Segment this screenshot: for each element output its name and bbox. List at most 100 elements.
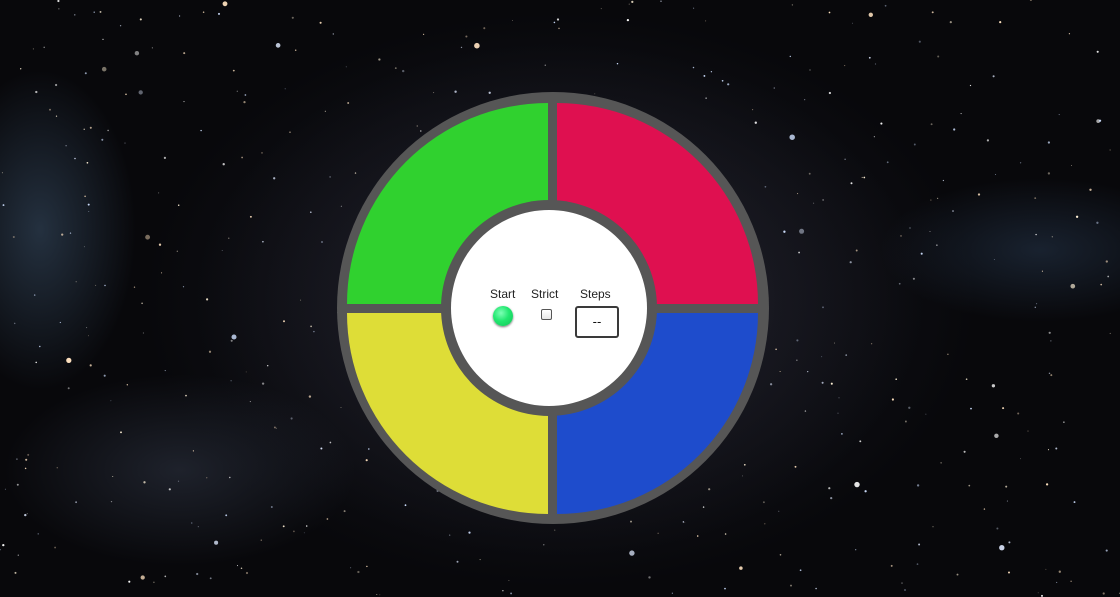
- star: [920, 252, 923, 255]
- star: [754, 121, 757, 124]
- star: [300, 299, 302, 301]
- star: [1068, 33, 1071, 35]
- start-button[interactable]: [493, 306, 513, 326]
- star: [347, 102, 350, 104]
- star: [25, 458, 28, 461]
- star: [895, 378, 898, 381]
- star: [502, 590, 504, 592]
- star: [16, 483, 19, 486]
- star: [350, 567, 352, 569]
- star: [43, 46, 45, 49]
- star: [1007, 571, 1011, 574]
- star: [74, 157, 76, 160]
- star: [1070, 580, 1072, 582]
- star: [236, 90, 238, 92]
- star: [128, 580, 131, 583]
- star: [904, 420, 907, 423]
- star: [86, 327, 88, 329]
- star: [133, 286, 136, 288]
- star: [873, 136, 875, 138]
- star: [918, 40, 921, 43]
- star: [460, 46, 463, 49]
- star: [465, 35, 468, 38]
- star: [931, 11, 934, 14]
- star: [376, 594, 378, 595]
- star: [283, 320, 285, 323]
- star: [830, 382, 833, 385]
- star: [290, 417, 293, 420]
- star: [828, 11, 831, 14]
- star: [474, 42, 480, 49]
- star: [366, 565, 368, 568]
- star: [102, 38, 104, 41]
- star: [724, 533, 727, 535]
- star: [844, 65, 846, 67]
- star: [594, 93, 596, 95]
- star: [994, 433, 999, 439]
- star: [332, 33, 334, 35]
- star: [1100, 283, 1103, 286]
- star: [101, 66, 107, 72]
- star: [616, 62, 619, 65]
- star: [995, 174, 997, 176]
- star: [229, 476, 231, 479]
- star: [1109, 149, 1111, 151]
- star: [16, 458, 18, 460]
- star: [851, 22, 853, 24]
- star: [416, 125, 418, 127]
- star: [65, 145, 67, 147]
- star: [196, 572, 199, 576]
- star: [742, 475, 743, 477]
- star: [183, 52, 186, 55]
- star: [1034, 197, 1037, 199]
- star: [230, 339, 233, 342]
- star: [822, 199, 824, 201]
- star: [320, 447, 323, 450]
- star: [930, 199, 932, 201]
- star: [261, 382, 265, 385]
- star: [1029, 0, 1032, 2]
- star: [904, 589, 906, 591]
- star: [855, 249, 858, 252]
- star: [37, 533, 39, 535]
- star: [84, 72, 87, 75]
- star: [125, 93, 127, 96]
- star: [329, 441, 332, 444]
- star: [1075, 215, 1079, 218]
- star: [202, 11, 205, 13]
- strict-checkbox[interactable]: [541, 309, 552, 320]
- star: [232, 69, 235, 72]
- star: [74, 14, 76, 16]
- star: [32, 48, 34, 50]
- star: [868, 56, 871, 59]
- star: [230, 380, 232, 382]
- star: [1020, 458, 1022, 460]
- star: [743, 463, 746, 466]
- star: [850, 182, 853, 185]
- star: [266, 364, 269, 367]
- star: [999, 545, 1005, 551]
- star: [739, 566, 743, 570]
- star: [245, 571, 249, 575]
- star: [321, 241, 323, 243]
- star: [168, 488, 171, 491]
- star: [95, 284, 97, 286]
- star: [992, 75, 995, 78]
- star: [275, 43, 281, 48]
- star: [228, 237, 230, 239]
- star: [909, 227, 911, 229]
- star: [319, 21, 322, 24]
- star: [783, 230, 786, 233]
- star: [1096, 50, 1099, 53]
- star: [454, 90, 457, 93]
- star: [110, 400, 112, 402]
- star: [710, 71, 713, 73]
- star: [1055, 447, 1058, 450]
- star: [822, 306, 824, 309]
- star: [33, 294, 36, 296]
- star: [56, 467, 58, 469]
- star: [367, 448, 370, 450]
- star: [55, 115, 58, 117]
- star: [705, 20, 707, 22]
- star: [886, 161, 889, 164]
